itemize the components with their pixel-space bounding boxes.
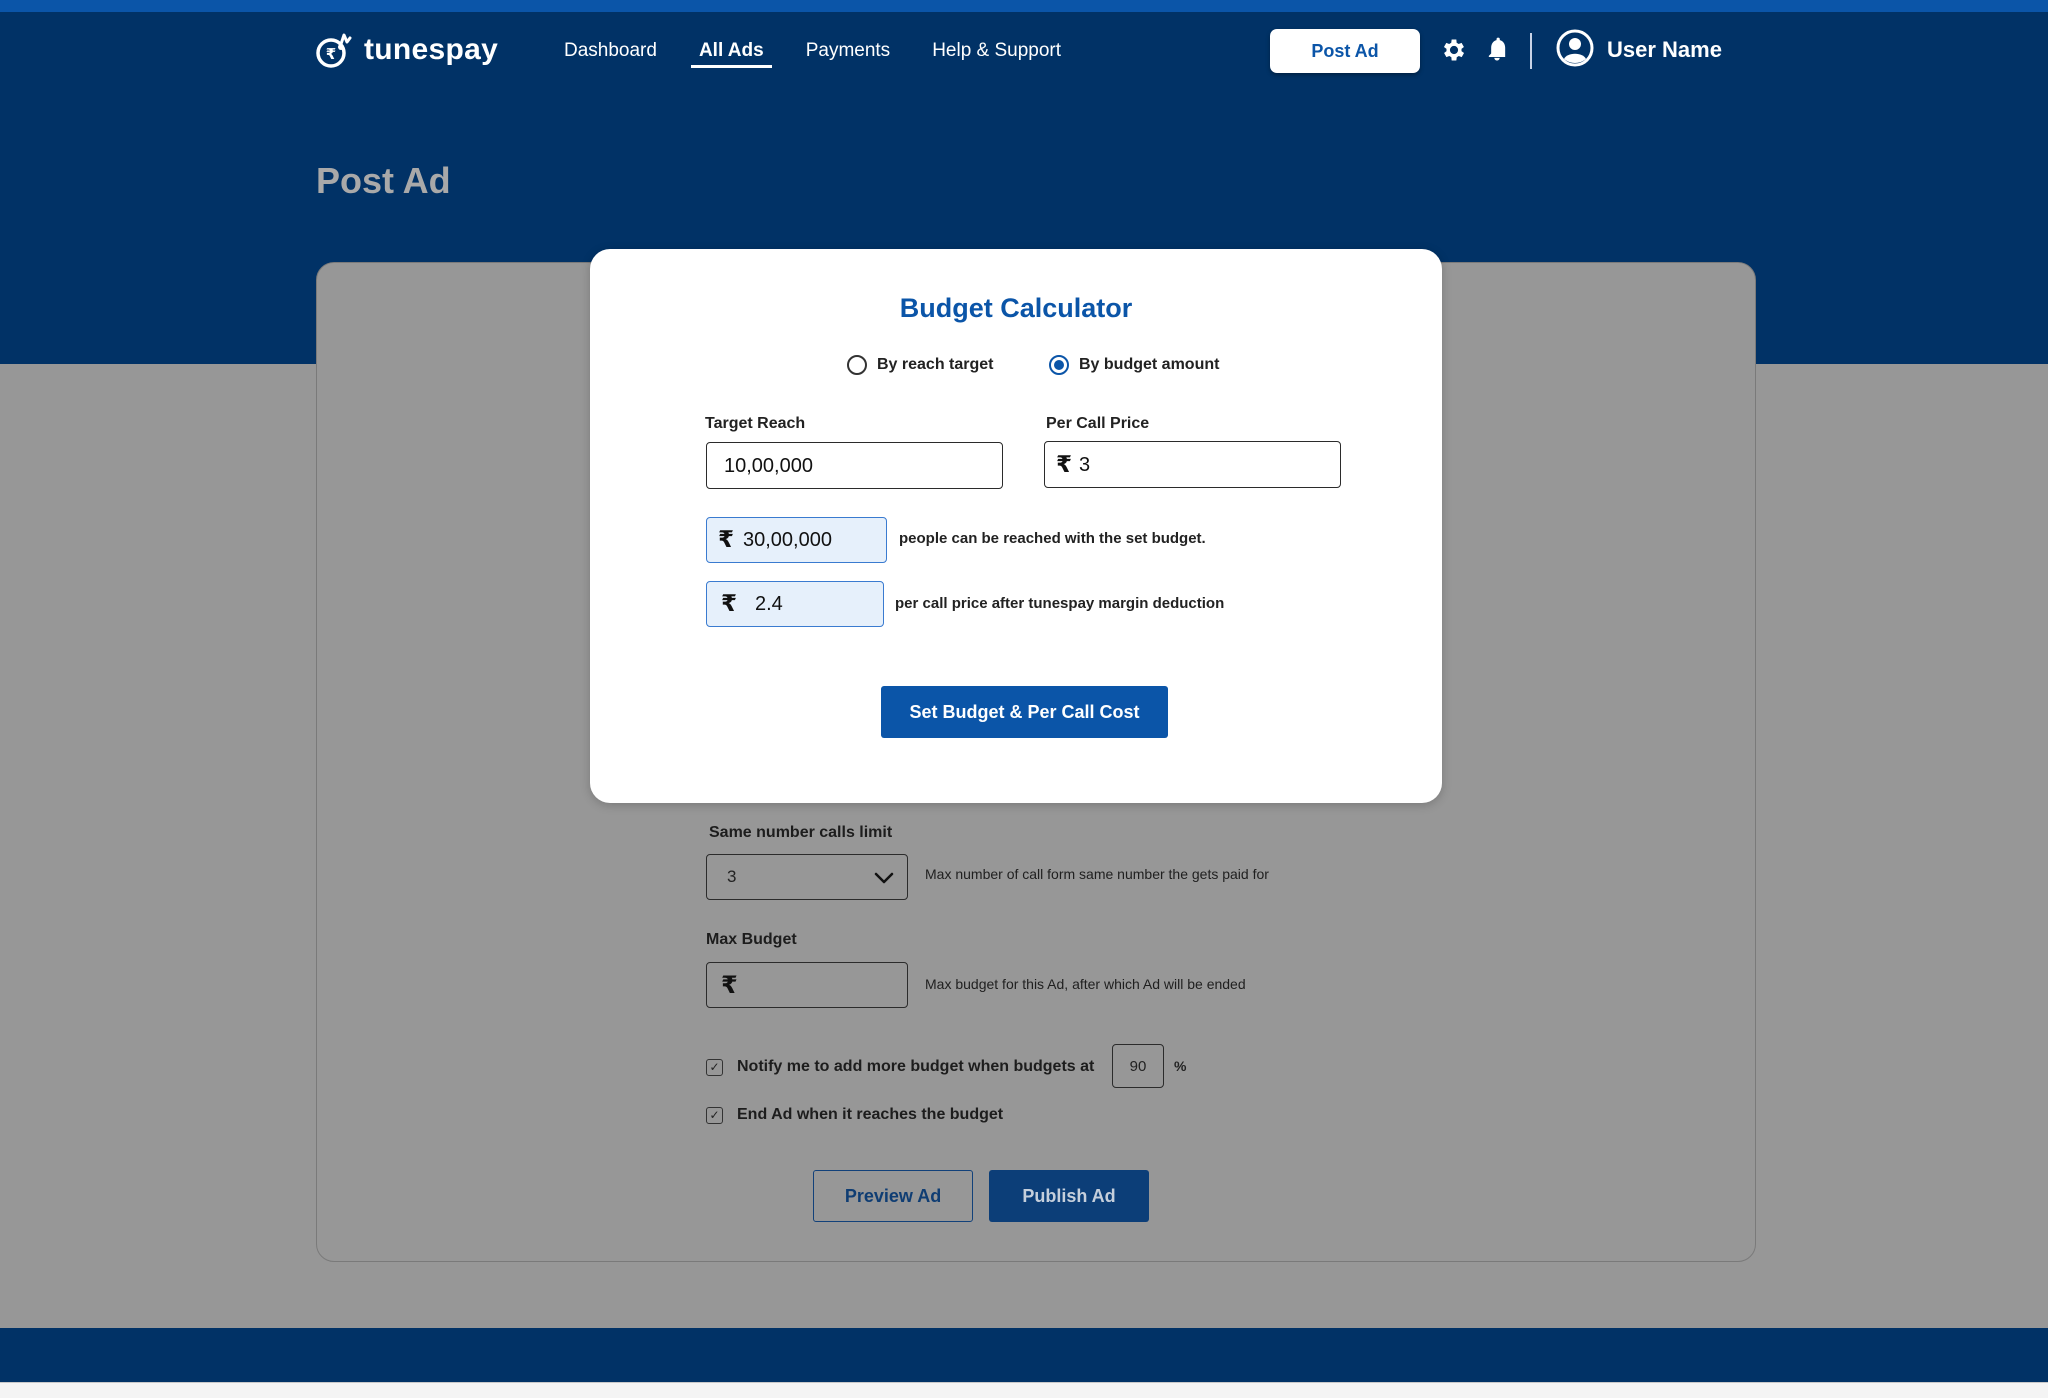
same-number-limit-value: 3: [727, 867, 737, 886]
rupee-icon: ₹: [718, 526, 735, 552]
end-ad-label: End Ad when it reaches the budget: [737, 1106, 1004, 1123]
budget-calculator-modal: Budget Calculator By reach target By bud…: [590, 249, 1442, 803]
per-call-price-input[interactable]: ₹ 3: [1044, 441, 1341, 488]
same-number-limit-label: Same number calls limit: [709, 824, 893, 841]
rupee-icon: ₹: [721, 590, 738, 616]
max-budget-label: Max Budget: [706, 931, 797, 948]
user-name[interactable]: User Name: [1607, 37, 1722, 63]
page-bottom-strip: [0, 1382, 2048, 1398]
end-ad-row: ✓ End Ad when it reaches the budget: [706, 1106, 1003, 1124]
nav-all-ads[interactable]: All Ads: [690, 36, 772, 68]
preview-ad-button[interactable]: Preview Ad: [813, 1170, 973, 1222]
end-ad-checkbox[interactable]: ✓: [706, 1106, 723, 1124]
rupee-icon: ₹: [721, 972, 738, 999]
net-price-result-value: 2.4: [755, 593, 783, 615]
chevron-down-icon: [874, 872, 894, 884]
set-budget-button[interactable]: Set Budget & Per Call Cost: [881, 686, 1168, 738]
max-budget-input[interactable]: ₹: [706, 962, 908, 1008]
max-budget-help: Max budget for this Ad, after which Ad w…: [925, 976, 1246, 992]
budget-result-value: 30,00,000: [743, 529, 832, 551]
radio-by-budget-amount[interactable]: By budget amount: [1049, 355, 1219, 375]
notify-budget-row: ✓ Notify me to add more budget when budg…: [706, 1058, 1094, 1076]
radio-budget-indicator[interactable]: [1049, 355, 1069, 375]
budget-result-text: people can be reached with the set budge…: [899, 530, 1206, 547]
budget-result-box: ₹ 30,00,000: [706, 517, 887, 563]
main-nav: Dashboard All Ads Payments Help & Suppor…: [556, 36, 1069, 68]
svg-text:₹: ₹: [326, 45, 336, 63]
nav-payments[interactable]: Payments: [798, 36, 898, 68]
net-price-result-box: ₹ 2.4: [706, 581, 884, 627]
nav-help-support[interactable]: Help & Support: [924, 36, 1069, 68]
settings-gear-icon[interactable]: [1440, 36, 1468, 64]
modal-title: Budget Calculator: [899, 293, 1133, 323]
notification-bell-icon[interactable]: [1483, 36, 1511, 64]
same-number-limit-select[interactable]: 3: [706, 854, 908, 900]
brand-name: tunespay: [364, 33, 499, 66]
post-ad-button[interactable]: Post Ad: [1270, 29, 1420, 73]
target-reach-input[interactable]: 10,00,000: [706, 442, 1003, 489]
notify-percent-input[interactable]: 90: [1112, 1044, 1164, 1088]
percent-sign: %: [1174, 1058, 1187, 1074]
radio-reach-label: By reach target: [877, 356, 994, 373]
radio-by-reach-target[interactable]: By reach target: [847, 355, 994, 375]
footer-band: [0, 1328, 2048, 1382]
radio-budget-label: By budget amount: [1079, 356, 1220, 373]
rupee-icon: ₹: [1056, 451, 1073, 477]
publish-ad-button[interactable]: Publish Ad: [989, 1170, 1149, 1222]
per-call-price-label: Per Call Price: [1046, 415, 1150, 432]
brand-logo[interactable]: ₹ tunespay: [314, 30, 498, 70]
radio-reach-indicator[interactable]: [847, 355, 867, 375]
per-call-price-value: 3: [1079, 454, 1091, 476]
notify-budget-checkbox[interactable]: ✓: [706, 1058, 723, 1076]
net-price-result-text: per call price after tunespay margin ded…: [895, 595, 1225, 612]
target-reach-label: Target Reach: [705, 415, 806, 432]
tunespay-logo-icon: ₹: [316, 33, 352, 68]
nav-dashboard[interactable]: Dashboard: [556, 36, 665, 68]
notify-budget-label: Notify me to add more budget when budget…: [737, 1058, 1095, 1075]
top-accent-stripe: [0, 0, 2048, 12]
nav-divider: [1530, 33, 1532, 69]
page-title: Post Ad: [316, 160, 451, 201]
target-reach-value: 10,00,000: [724, 455, 813, 477]
top-navbar: ₹ tunespay Dashboard All Ads Payments He…: [0, 12, 2048, 88]
same-number-limit-help: Max number of call form same number the …: [925, 866, 1269, 882]
user-avatar-icon[interactable]: [1556, 29, 1594, 67]
